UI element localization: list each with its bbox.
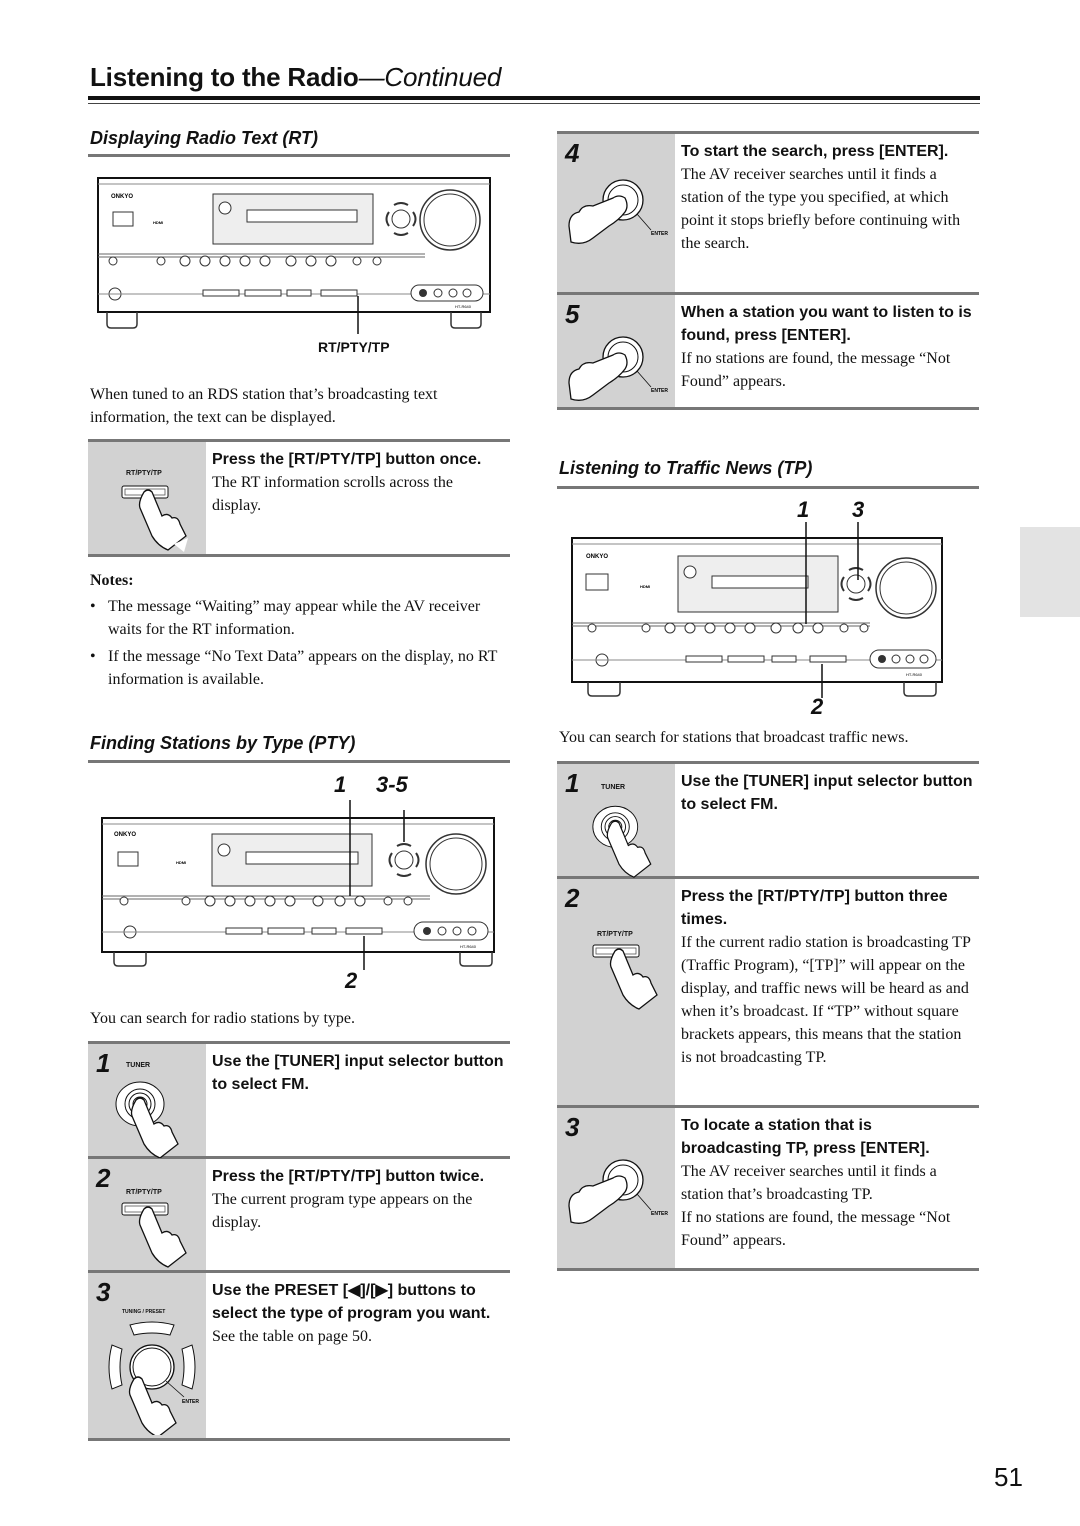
step-number: 4 xyxy=(565,138,580,168)
notes-heading: Notes: xyxy=(90,572,134,589)
step-illustration: 2 RT/PTY/TP xyxy=(557,879,675,1105)
step-number: 3 xyxy=(96,1277,111,1307)
pty-step-2: 2 RT/PTY/TP Press the [RT/PTY/TP] button… xyxy=(88,1159,510,1273)
icon-label: RT/PTY/TP xyxy=(126,1189,162,1196)
svg-text:HDMI: HDMI xyxy=(640,584,650,589)
hand-press-button-icon xyxy=(592,944,658,1010)
svg-text:ENTER: ENTER xyxy=(651,231,668,237)
step-number: 2 xyxy=(96,1163,111,1193)
step-illustration: 3 TUNING / PRESET ENTER xyxy=(88,1273,206,1438)
pty-step-5: 5 ENTER When a station you want to liste… xyxy=(557,292,979,410)
section-rule xyxy=(557,486,979,489)
svg-text:HT-R640: HT-R640 xyxy=(460,944,477,949)
svg-text:ENTER: ENTER xyxy=(651,388,668,394)
step-desc: The AV receiver searches until it finds … xyxy=(681,166,961,252)
callout-1: 1 xyxy=(334,772,347,797)
step-title: To locate a station that is broadcasting… xyxy=(681,1117,930,1157)
step-desc: The AV receiver searches until it finds … xyxy=(681,1163,937,1203)
step-desc: The RT information scrolls across the di… xyxy=(212,474,453,514)
step-desc: If no stations are found, the message “N… xyxy=(681,1209,951,1249)
step-illustration: 4 ENTER xyxy=(557,134,675,292)
step-illustration: 3 ENTER xyxy=(557,1108,675,1268)
note-item: • The message “Waiting” may appear while … xyxy=(90,598,481,638)
pty-step-3: 3 TUNING / PRESET ENTER Use the PRESET [… xyxy=(88,1273,510,1441)
callout-2: 2 xyxy=(811,694,824,719)
icon-label: TUNER xyxy=(126,1062,151,1069)
callout-rt-pty-tp: RT/PTY/TP xyxy=(318,339,390,355)
step-title: Use the [TUNER] input selector button to… xyxy=(681,773,973,813)
icon-label: TUNING / PRESET xyxy=(122,1309,166,1315)
step-desc: The current program type appears on the … xyxy=(212,1191,473,1231)
preset-navigation-buttons-icon: ENTER xyxy=(108,1321,199,1435)
svg-text:ONKYO: ONKYO xyxy=(586,554,608,560)
receiver-diagram-pty: ONKYO HDMI HT-R640 xyxy=(101,800,495,970)
icon-label: TUNER xyxy=(601,784,626,791)
svg-text:HT-R640: HT-R640 xyxy=(455,304,472,309)
step-title: When a station you want to listen to is … xyxy=(681,304,972,344)
page-number: 51 xyxy=(994,1462,1023,1492)
section-heading-tp: Listening to Traffic News (TP) xyxy=(559,458,813,478)
receiver-diagram-tp: ONKYO HDMI HT-R640 xyxy=(571,522,943,698)
icon-label: RT/PTY/TP xyxy=(126,470,162,477)
page-title: Listening to the Radio—Continued xyxy=(90,62,501,93)
step-illustration: 1 TUNER xyxy=(557,764,675,878)
tuner-button-press-icon xyxy=(115,1081,179,1158)
step-number: 1 xyxy=(565,768,580,798)
rt-intro: When tuned to an RDS station that’s broa… xyxy=(90,386,438,426)
callout-2: 2 xyxy=(345,968,358,993)
step-title: Press the [RT/PTY/TP] button twice. xyxy=(212,1168,485,1185)
hand-press-button-icon xyxy=(121,485,188,552)
step-title: Press the [RT/PTY/TP] button three times… xyxy=(681,888,948,928)
section-heading-pty: Finding Stations by Type (PTY) xyxy=(90,733,356,753)
step-title: Use the [TUNER] input selector button to… xyxy=(212,1053,504,1093)
page-title-continued: —Continued xyxy=(358,62,502,92)
enter-button-press-icon: ENTER xyxy=(568,179,668,244)
svg-text:HDMI: HDMI xyxy=(153,220,163,225)
step-illustration: RT/PTY/TP xyxy=(88,442,206,554)
step-number: 3 xyxy=(565,1112,580,1142)
step-desc: See the table on page 50. xyxy=(212,1328,372,1345)
icon-label: RT/PTY/TP xyxy=(597,931,633,938)
section-rule xyxy=(88,154,510,157)
callout-3-5: 3-5 xyxy=(376,772,408,797)
page-title-main: Listening to the Radio xyxy=(90,62,359,92)
step-title: To start the search, press [ENTER]. xyxy=(681,143,949,160)
title-rule-thin xyxy=(88,103,980,104)
enter-button-press-icon: ENTER xyxy=(568,1159,668,1224)
pty-intro: You can search for radio stations by typ… xyxy=(90,1010,355,1027)
rt-step: RT/PTY/TP Press the [RT/PTY/TP] button o… xyxy=(88,439,510,557)
note-item: • If the message “No Text Data” appears o… xyxy=(90,648,498,688)
svg-text:ONKYO: ONKYO xyxy=(114,832,136,838)
step-illustration: 1 TUNER xyxy=(88,1044,206,1158)
step-desc: If the current radio station is broadcas… xyxy=(681,934,971,1066)
receiver-front-panel: ONKYO HDMI HT-R640 xyxy=(97,177,491,329)
step-illustration: 5 ENTER xyxy=(557,295,675,407)
section-rule xyxy=(88,760,510,763)
step-illustration: 2 RT/PTY/TP xyxy=(88,1159,206,1270)
hand-press-button-icon xyxy=(121,1202,187,1268)
pty-step-1: 1 TUNER Use the [TUNER] input selector b… xyxy=(88,1041,510,1159)
step-number: 5 xyxy=(565,299,580,329)
tp-step-3: 3 ENTER To locate a station that is broa… xyxy=(557,1105,979,1271)
tp-intro: You can search for stations that broadca… xyxy=(559,729,909,746)
svg-text:HDMI: HDMI xyxy=(176,860,186,865)
section-heading-rt: Displaying Radio Text (RT) xyxy=(90,128,319,148)
brand-logo: ONKYO xyxy=(111,194,133,200)
step-title: Press the [RT/PTY/TP] button once. xyxy=(212,451,482,468)
chapter-tab xyxy=(1020,527,1080,617)
title-rule xyxy=(88,96,980,100)
tuner-button-press-icon xyxy=(592,805,652,878)
svg-text:ENTER: ENTER xyxy=(182,1399,199,1405)
pty-step-4: 4 ENTER To start the search, press [ENTE… xyxy=(557,131,979,295)
step-number: 1 xyxy=(96,1048,111,1078)
step-desc: If no stations are found, the message “N… xyxy=(681,350,951,390)
receiver-diagram-rt: ONKYO HDMI HT-R640 xyxy=(97,177,491,334)
step-number: 2 xyxy=(565,883,580,913)
step-title: Use the PRESET [◀]/[▶] buttons to select… xyxy=(212,1282,491,1322)
tp-step-2: 2 RT/PTY/TP Press the [RT/PTY/TP] button… xyxy=(557,879,979,1108)
svg-text:HT-R640: HT-R640 xyxy=(906,672,923,677)
svg-text:ENTER: ENTER xyxy=(651,1211,668,1217)
tp-step-1: 1 TUNER Use the [TUNER] input selector b… xyxy=(557,761,979,879)
enter-button-press-icon: ENTER xyxy=(568,336,668,401)
